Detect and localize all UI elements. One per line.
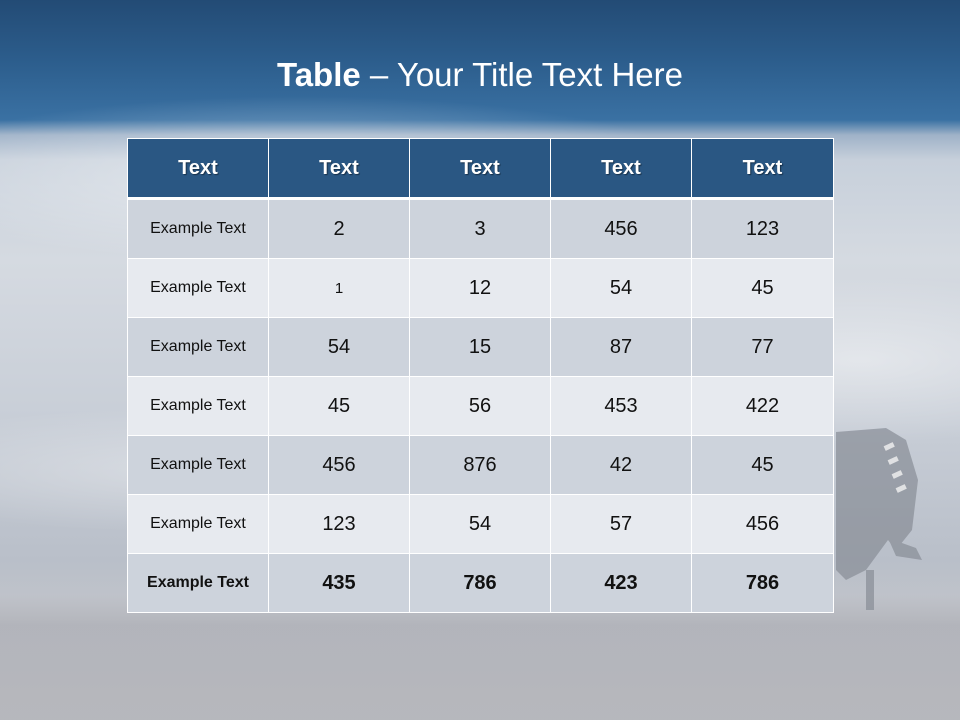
table-row-total: Example Text 435 786 423 786: [127, 553, 834, 613]
row-label: Example Text: [127, 198, 269, 259]
table-cell: 3: [409, 198, 551, 259]
background-horizon: [0, 595, 960, 720]
table-header-cell: Text: [409, 138, 551, 200]
table-cell: 54: [268, 317, 410, 377]
slide-title: Table – Your Title Text Here: [0, 52, 960, 98]
table-row: Example Text 1 12 54 45: [127, 258, 834, 318]
table-cell: 57: [550, 494, 692, 554]
table-cell: 2: [268, 198, 410, 259]
data-table: Text Text Text Text Text Example Text 2 …: [127, 138, 834, 613]
row-label: Example Text: [127, 258, 269, 318]
table-row: Example Text 123 54 57 456: [127, 494, 834, 554]
table-row: Example Text 456 876 42 45: [127, 435, 834, 495]
machinery-silhouette-image: [836, 428, 922, 610]
table-cell: 123: [268, 494, 410, 554]
row-label: Example Text: [127, 317, 269, 377]
row-label: Example Text: [127, 376, 269, 436]
table-cell: 45: [691, 258, 834, 318]
table-cell: 786: [409, 553, 551, 613]
table-cell: 423: [550, 553, 692, 613]
table-cell: 456: [550, 198, 692, 259]
slide-title-bold: Table: [277, 56, 361, 93]
table-header-cell: Text: [268, 138, 410, 200]
table-cell: 42: [550, 435, 692, 495]
table-cell: 422: [691, 376, 834, 436]
table-header-cell: Text: [550, 138, 692, 200]
table-cell: 1: [268, 258, 410, 318]
table-cell: 123: [691, 198, 834, 259]
row-label: Example Text: [127, 494, 269, 554]
table-cell: 786: [691, 553, 834, 613]
table-header-cell: Text: [127, 138, 269, 200]
slide-title-rest: – Your Title Text Here: [360, 56, 683, 93]
table-row: Example Text 2 3 456 123: [127, 198, 834, 259]
table-cell: 453: [550, 376, 692, 436]
table-cell: 456: [268, 435, 410, 495]
table-cell: 15: [409, 317, 551, 377]
table-header-cell: Text: [691, 138, 834, 200]
table-cell: 54: [409, 494, 551, 554]
table-header-row: Text Text Text Text Text: [127, 138, 834, 200]
table-cell: 54: [550, 258, 692, 318]
table-cell: 56: [409, 376, 551, 436]
table-cell: 456: [691, 494, 834, 554]
table-cell: 77: [691, 317, 834, 377]
table-cell: 45: [691, 435, 834, 495]
table-row: Example Text 54 15 87 77: [127, 317, 834, 377]
table-cell: 12: [409, 258, 551, 318]
row-label: Example Text: [127, 553, 269, 613]
table-row: Example Text 45 56 453 422: [127, 376, 834, 436]
row-label: Example Text: [127, 435, 269, 495]
table-cell: 45: [268, 376, 410, 436]
table-cell: 87: [550, 317, 692, 377]
table-cell: 435: [268, 553, 410, 613]
table-cell: 876: [409, 435, 551, 495]
